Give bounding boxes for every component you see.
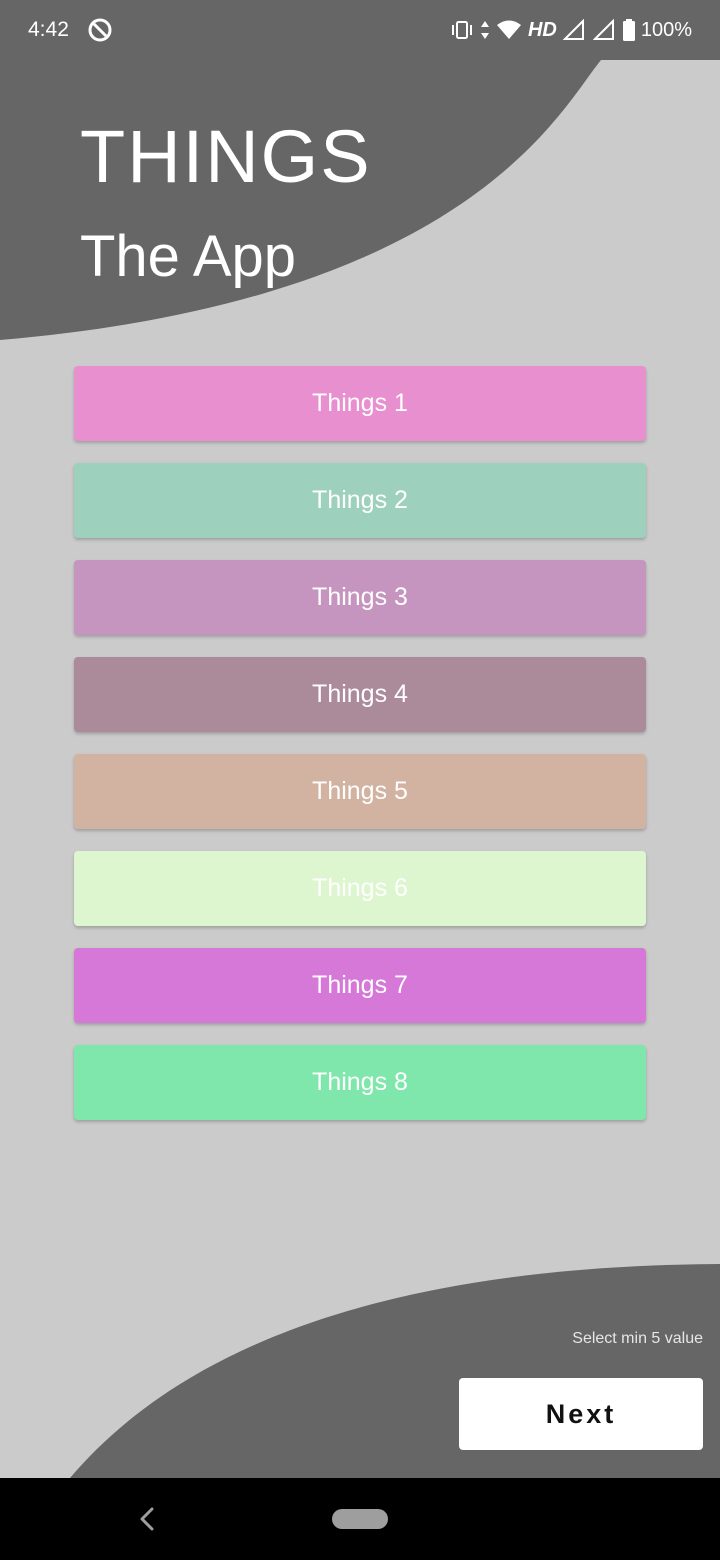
- battery-percent: 100%: [640, 18, 692, 41]
- sync-icon: [88, 18, 112, 42]
- network-type-label: HD: [527, 18, 557, 41]
- back-icon[interactable]: [136, 1506, 160, 1532]
- battery-icon: [622, 19, 635, 41]
- home-pill[interactable]: [332, 1509, 388, 1529]
- selection-hint: Select min 5 value: [572, 1330, 703, 1347]
- vibrate-icon: [451, 21, 472, 39]
- app-title: THINGS: [80, 115, 372, 198]
- things-button-1[interactable]: Things 1: [74, 366, 646, 441]
- app-subtitle: The App: [80, 224, 297, 289]
- status-time: 4:42: [28, 18, 69, 41]
- wifi-icon: [496, 20, 521, 39]
- things-button-8[interactable]: Things 8: [74, 1045, 646, 1120]
- navigation-bar: [0, 1478, 720, 1560]
- things-button-6[interactable]: Things 6: [74, 851, 646, 926]
- things-button-4[interactable]: Things 4: [74, 657, 646, 732]
- things-button-5[interactable]: Things 5: [74, 754, 646, 829]
- status-icons: HD 100%: [450, 16, 692, 44]
- things-button-3[interactable]: Things 3: [74, 560, 646, 635]
- next-button[interactable]: Next: [459, 1378, 703, 1450]
- things-button-7[interactable]: Things 7: [74, 948, 646, 1023]
- signal-icon: [562, 19, 584, 40]
- status-bar: 4:42 HD 100%: [0, 0, 720, 60]
- things-button-2[interactable]: Things 2: [74, 463, 646, 538]
- things-list: Things 1 Things 2 Things 3 Things 4 Thin…: [74, 366, 646, 1142]
- signal-icon: [592, 19, 614, 40]
- data-arrows-icon: [480, 21, 489, 39]
